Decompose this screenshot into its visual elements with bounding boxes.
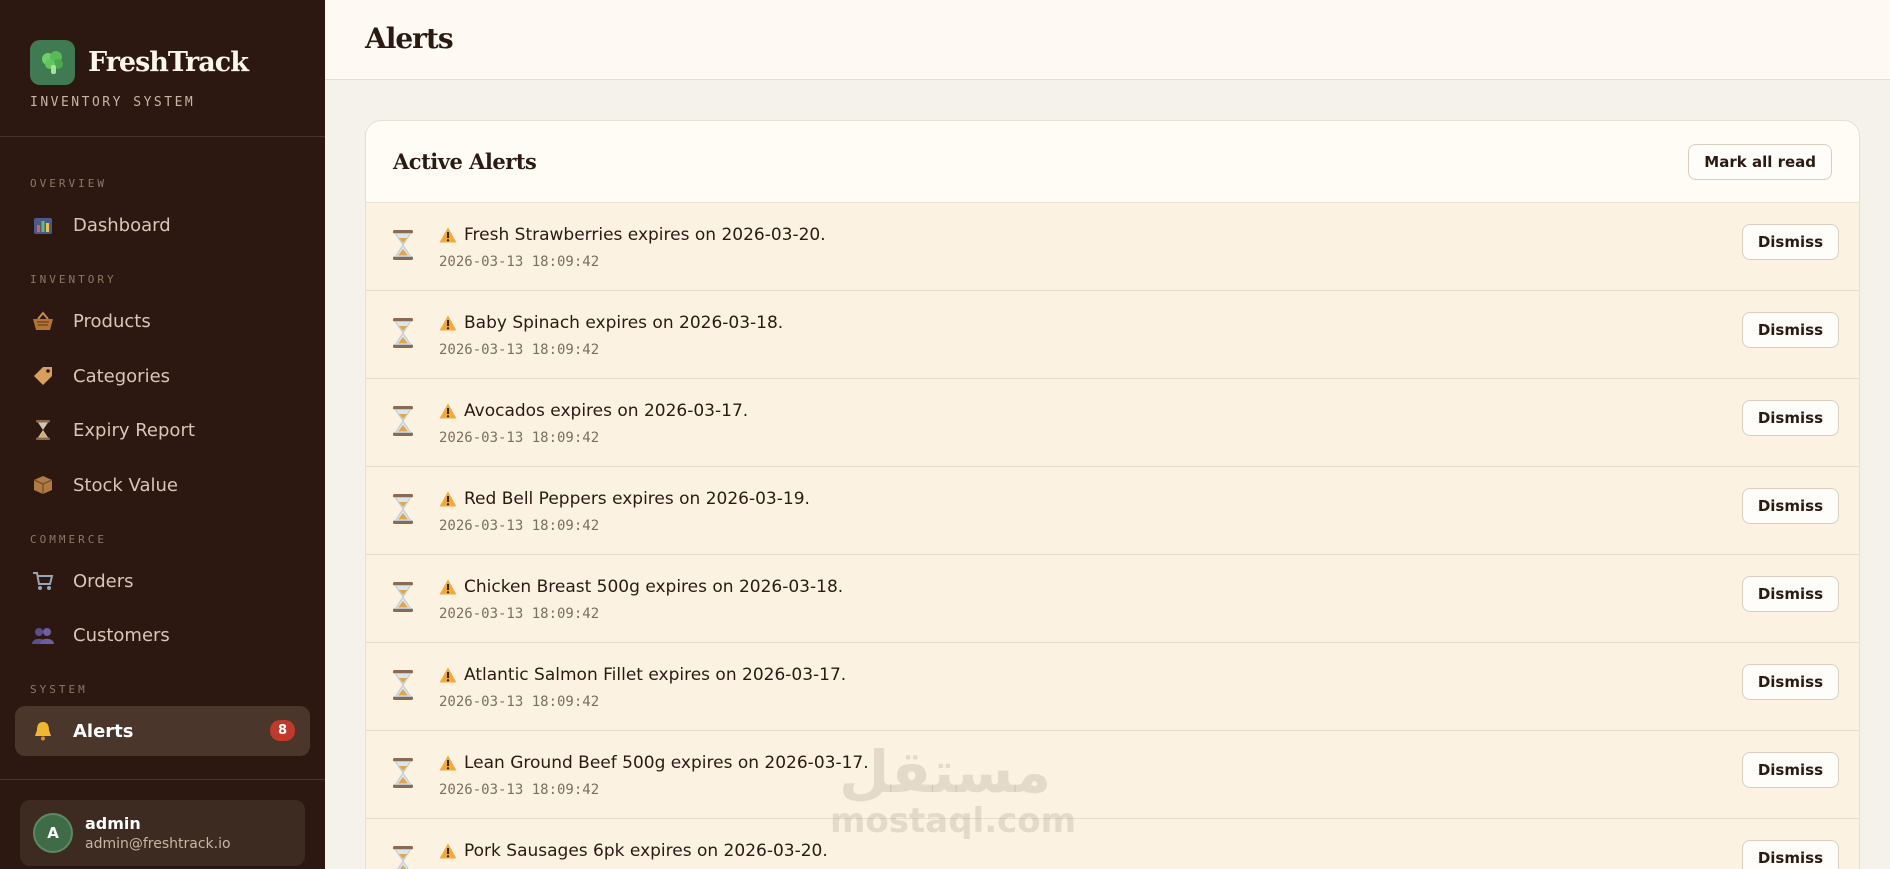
alert-message: Lean Ground Beef 500g expires on 2026-03… xyxy=(464,753,869,773)
dismiss-button[interactable]: Dismiss xyxy=(1741,400,1839,436)
broccoli-logo-icon xyxy=(30,40,75,85)
sidebar-item-dashboard[interactable]: Dashboard xyxy=(15,200,310,250)
alert-list: Fresh Strawberries expires on 2026-03-20… xyxy=(366,203,1859,869)
alert-timestamp: 2026-03-13 18:09:42 xyxy=(439,694,600,710)
sidebar-item-label: Orders xyxy=(73,570,134,592)
nav-section-inventory: INVENTORY xyxy=(30,273,117,286)
warning-icon xyxy=(439,227,457,243)
tag-icon xyxy=(32,365,54,387)
sidebar-divider xyxy=(0,779,325,780)
hourglass-icon xyxy=(392,230,418,260)
sidebar: FreshTrack INVENTORY SYSTEM OVERVIEW Das… xyxy=(0,0,325,869)
hourglass-icon xyxy=(392,494,418,524)
basket-icon xyxy=(32,310,54,332)
user-name: admin xyxy=(85,814,141,833)
alert-timestamp: 2026-03-13 18:09:42 xyxy=(439,518,600,534)
alert-timestamp: 2026-03-13 18:09:42 xyxy=(439,606,600,622)
alert-row: Chicken Breast 500g expires on 2026-03-1… xyxy=(366,555,1859,643)
nav-section-commerce: COMMERCE xyxy=(30,533,107,546)
hourglass-icon xyxy=(392,758,418,788)
hourglass-icon xyxy=(392,318,418,348)
alert-row: Avocados expires on 2026-03-17. 2026-03-1… xyxy=(366,379,1859,467)
alert-row: Pork Sausages 6pk expires on 2026-03-20.… xyxy=(366,819,1859,869)
dismiss-button[interactable]: Dismiss xyxy=(1741,312,1839,348)
box-icon xyxy=(32,474,54,496)
sidebar-item-label: Categories xyxy=(73,365,171,387)
hourglass-icon xyxy=(392,582,418,612)
brand-name: FreshTrack xyxy=(88,47,249,78)
nav-section-system: SYSTEM xyxy=(30,683,88,696)
alert-timestamp: 2026-03-13 18:09:42 xyxy=(439,342,600,358)
alert-timestamp: 2026-03-13 18:09:42 xyxy=(439,430,600,446)
page-title: Alerts xyxy=(365,22,454,55)
warning-icon xyxy=(439,843,457,859)
dismiss-button[interactable]: Dismiss xyxy=(1741,224,1839,260)
hourglass-icon xyxy=(392,406,418,436)
hourglass-icon xyxy=(392,670,418,700)
alert-message: Atlantic Salmon Fillet expires on 2026-0… xyxy=(464,665,847,685)
sidebar-item-expiry-report[interactable]: Expiry Report xyxy=(15,405,310,455)
warning-icon xyxy=(439,315,457,331)
dismiss-button[interactable]: Dismiss xyxy=(1741,664,1839,700)
warning-icon xyxy=(439,755,457,771)
alert-row: Red Bell Peppers expires on 2026-03-19. 2… xyxy=(366,467,1859,555)
sidebar-item-label: Products xyxy=(73,310,151,332)
hourglass-icon xyxy=(32,419,54,441)
sidebar-item-label: Dashboard xyxy=(73,214,171,236)
warning-icon xyxy=(439,579,457,595)
alert-message: Avocados expires on 2026-03-17. xyxy=(464,401,749,421)
alert-timestamp: 2026-03-13 18:09:42 xyxy=(439,782,600,798)
cart-icon xyxy=(32,570,54,592)
dismiss-button[interactable]: Dismiss xyxy=(1741,576,1839,612)
sidebar-item-label: Expiry Report xyxy=(73,419,195,441)
warning-icon xyxy=(439,667,457,683)
nav-section-overview: OVERVIEW xyxy=(30,177,107,190)
alert-message: Pork Sausages 6pk expires on 2026-03-20. xyxy=(464,841,828,861)
alert-row: Fresh Strawberries expires on 2026-03-20… xyxy=(366,203,1859,291)
card-title: Active Alerts xyxy=(393,149,537,174)
user-card[interactable]: A admin admin@freshtrack.io xyxy=(20,800,305,866)
warning-icon xyxy=(439,491,457,507)
bell-icon xyxy=(32,720,54,742)
brand-subtitle: INVENTORY SYSTEM xyxy=(30,95,196,110)
alert-timestamp: 2026-03-13 18:09:42 xyxy=(439,254,600,270)
card-header: Active Alerts Mark all read xyxy=(366,121,1859,203)
sidebar-item-orders[interactable]: Orders xyxy=(15,556,310,606)
alert-message: Fresh Strawberries expires on 2026-03-20… xyxy=(464,225,826,245)
sidebar-item-label: Customers xyxy=(73,624,170,646)
brand: FreshTrack INVENTORY SYSTEM xyxy=(0,0,325,137)
user-email: admin@freshtrack.io xyxy=(85,836,231,852)
mark-all-read-button[interactable]: Mark all read xyxy=(1688,143,1832,180)
alerts-count-badge: 8 xyxy=(270,720,295,741)
top-header: Alerts xyxy=(325,0,1890,80)
sidebar-item-label: Stock Value xyxy=(73,474,178,496)
sidebar-item-label: Alerts xyxy=(73,720,134,742)
sidebar-item-alerts[interactable]: Alerts 8 xyxy=(15,706,310,756)
active-alerts-card: Active Alerts Mark all read Fresh Strawb… xyxy=(365,120,1860,869)
alert-row: Atlantic Salmon Fillet expires on 2026-0… xyxy=(366,643,1859,731)
dismiss-button[interactable]: Dismiss xyxy=(1741,840,1839,869)
sidebar-item-categories[interactable]: Categories xyxy=(15,351,310,401)
dismiss-button[interactable]: Dismiss xyxy=(1741,488,1839,524)
hourglass-icon xyxy=(392,846,418,869)
chart-icon xyxy=(32,214,54,236)
users-icon xyxy=(32,624,54,646)
alert-message: Baby Spinach expires on 2026-03-18. xyxy=(464,313,784,333)
dismiss-button[interactable]: Dismiss xyxy=(1741,752,1839,788)
alert-row: Baby Spinach expires on 2026-03-18. 2026-… xyxy=(366,291,1859,379)
avatar: A xyxy=(33,813,73,853)
sidebar-item-customers[interactable]: Customers xyxy=(15,610,310,660)
alert-message: Chicken Breast 500g expires on 2026-03-1… xyxy=(464,577,844,597)
alert-row: Lean Ground Beef 500g expires on 2026-03… xyxy=(366,731,1859,819)
warning-icon xyxy=(439,403,457,419)
alert-message: Red Bell Peppers expires on 2026-03-19. xyxy=(464,489,810,509)
sidebar-item-products[interactable]: Products xyxy=(15,296,310,346)
sidebar-item-stock-value[interactable]: Stock Value xyxy=(15,460,310,510)
